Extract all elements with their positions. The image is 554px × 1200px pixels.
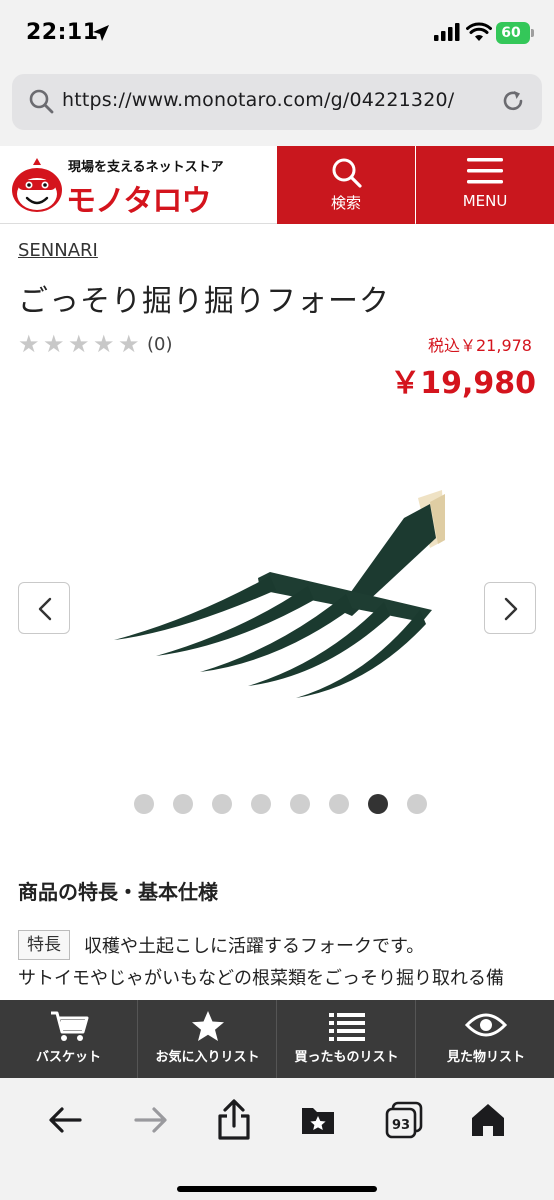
pagination-dot[interactable] bbox=[290, 794, 310, 814]
forward-button[interactable] bbox=[128, 1098, 172, 1142]
address-bar[interactable]: https://www.monotaro.com/g/04221320/ bbox=[12, 74, 542, 130]
browser-toolbar: 93 bbox=[0, 1078, 554, 1200]
brand-link[interactable]: SENNARI bbox=[18, 240, 98, 261]
tabs-icon: 93 bbox=[385, 1101, 423, 1139]
feature-lead-text: 収穫や土起こしに活躍するフォークです。 bbox=[84, 936, 425, 957]
pagination-dot[interactable] bbox=[173, 794, 193, 814]
nav-basket-label: バスケット bbox=[35, 1050, 101, 1065]
star-icon: ★ bbox=[93, 330, 115, 358]
eye-icon bbox=[465, 1013, 507, 1037]
back-button[interactable] bbox=[44, 1098, 88, 1142]
reload-icon[interactable] bbox=[500, 88, 526, 114]
cellular-signal-icon bbox=[434, 23, 460, 41]
location-arrow-icon bbox=[93, 25, 109, 41]
gallery-pagination bbox=[0, 794, 554, 814]
star-icon bbox=[191, 1011, 224, 1041]
bookmarks-button[interactable] bbox=[296, 1098, 340, 1142]
header-search-button[interactable]: 検索 bbox=[277, 146, 415, 224]
review-count[interactable]: (0) bbox=[147, 334, 173, 355]
nav-purchased-label: 買ったものリスト bbox=[294, 1050, 399, 1065]
search-icon bbox=[332, 158, 362, 188]
nav-viewed[interactable]: 見た物リスト bbox=[417, 1000, 554, 1078]
header-search-label: 検索 bbox=[330, 194, 361, 212]
home-indicator bbox=[177, 1186, 377, 1192]
pagination-dot[interactable] bbox=[407, 794, 427, 814]
pagination-dot[interactable] bbox=[368, 794, 388, 814]
product-image-gallery[interactable] bbox=[0, 410, 554, 790]
back-arrow-icon bbox=[49, 1107, 82, 1133]
nav-favorites-label: お気に入りリスト bbox=[155, 1050, 260, 1065]
battery-percentage: 60 bbox=[501, 25, 521, 41]
bookmarks-folder-icon bbox=[302, 1108, 334, 1134]
tabs-button[interactable]: 93 bbox=[382, 1098, 426, 1142]
status-bar: 22:11 60 bbox=[0, 0, 554, 66]
logo-name: モノタロウ bbox=[66, 184, 211, 219]
header-menu-label: MENU bbox=[462, 192, 508, 210]
share-icon bbox=[218, 1099, 250, 1140]
wifi-icon bbox=[466, 22, 492, 41]
battery-indicator: 60 bbox=[496, 22, 534, 44]
pagination-dot[interactable] bbox=[251, 794, 271, 814]
status-time: 22:11 bbox=[26, 20, 99, 45]
site-header: 現場を支えるネットストア モノタロウ 検索 MENU bbox=[0, 146, 554, 224]
browser-address-area: https://www.monotaro.com/g/04221320/ bbox=[0, 66, 554, 146]
nav-purchased[interactable]: 買ったものリスト bbox=[278, 1000, 416, 1078]
logo-tagline: 現場を支えるネットストア bbox=[68, 160, 224, 175]
feature-tag: 特長 bbox=[18, 930, 70, 960]
pagination-dot[interactable] bbox=[212, 794, 232, 814]
search-icon bbox=[29, 89, 54, 114]
star-icon: ★ bbox=[18, 330, 40, 358]
nav-basket[interactable]: バスケット bbox=[0, 1000, 138, 1078]
feature-body-text: サトイモやじゃがいもなどの根菜類をごっそり掘り取れる備 bbox=[18, 968, 504, 989]
product-title: ごっそり掘り掘りフォーク bbox=[18, 284, 390, 319]
tabs-count: 93 bbox=[392, 1118, 410, 1133]
site-logo[interactable]: 現場を支えるネットストア モノタロウ bbox=[10, 154, 270, 219]
chevron-left-icon bbox=[38, 597, 52, 621]
pagination-dot[interactable] bbox=[329, 794, 349, 814]
nav-viewed-label: 見た物リスト bbox=[446, 1050, 525, 1065]
price-including-tax: 税込￥21,978 bbox=[428, 336, 532, 355]
home-button[interactable] bbox=[466, 1098, 510, 1142]
forward-arrow-icon bbox=[134, 1107, 167, 1133]
header-menu-button[interactable]: MENU bbox=[416, 146, 554, 224]
mascot-logo-icon bbox=[12, 158, 62, 212]
url-text[interactable]: https://www.monotaro.com/g/04221320/ bbox=[62, 89, 454, 111]
share-button[interactable] bbox=[212, 1098, 256, 1142]
star-icon: ★ bbox=[68, 330, 90, 358]
hamburger-menu-icon bbox=[467, 158, 503, 184]
features-heading: 商品の特長・基本仕様 bbox=[18, 880, 218, 904]
home-icon bbox=[472, 1104, 504, 1136]
nav-favorites[interactable]: お気に入りリスト bbox=[139, 1000, 277, 1078]
basket-icon bbox=[50, 1011, 88, 1041]
rating-stars[interactable]: ★ ★ ★ ★ ★ bbox=[18, 332, 143, 356]
list-icon bbox=[328, 1013, 365, 1041]
pagination-dot[interactable] bbox=[134, 794, 154, 814]
price: ￥19,980 bbox=[390, 366, 536, 401]
gallery-prev-button[interactable] bbox=[18, 582, 70, 634]
chevron-right-icon bbox=[504, 597, 518, 621]
star-icon: ★ bbox=[118, 330, 140, 358]
gallery-next-button[interactable] bbox=[484, 582, 536, 634]
product-image bbox=[114, 490, 445, 698]
app-bottom-nav: バスケット お気に入りリスト 買ったものリスト 見た物リスト bbox=[0, 1000, 554, 1078]
star-icon: ★ bbox=[43, 330, 65, 358]
